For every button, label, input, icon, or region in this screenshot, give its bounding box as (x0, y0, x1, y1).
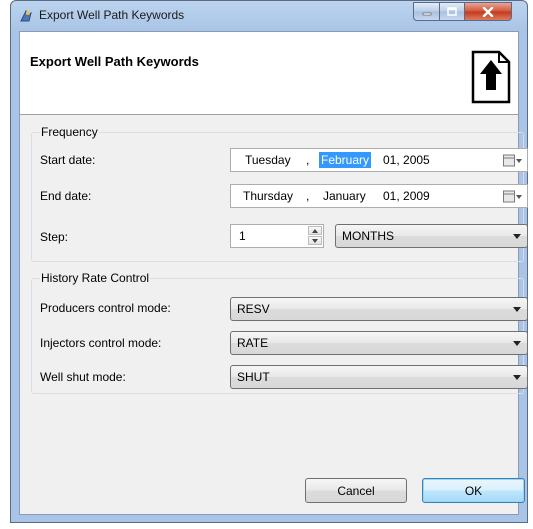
close-icon (482, 6, 494, 17)
frequency-group-title: Frequency (40, 125, 99, 139)
start-weekday[interactable]: Tuesday (245, 153, 291, 167)
injectors-label: Injectors control mode: (40, 336, 162, 350)
step-unit-select[interactable]: MONTHS (335, 224, 528, 248)
well-shut-select[interactable]: SHUT (230, 365, 528, 389)
injectors-control-select[interactable]: RATE (230, 331, 528, 355)
dialog-client: Export Well Path Keywords Frequency Star… (19, 31, 528, 515)
chevron-down-icon (312, 238, 318, 243)
step-down-button[interactable] (308, 236, 322, 245)
export-upload-icon (471, 50, 511, 104)
step-up-button[interactable] (308, 226, 322, 235)
chevron-down-icon (513, 307, 521, 312)
dialog-window: Export Well Path Keywords Export Well Pa… (10, 0, 528, 523)
step-unit-value: MONTHS (342, 229, 394, 243)
close-button[interactable] (464, 2, 512, 21)
chevron-down-icon (513, 234, 521, 239)
end-date-picker[interactable]: Thursday , January 01, 2009 (230, 184, 528, 208)
start-date-picker[interactable]: Tuesday , February 01, 2005 (230, 148, 528, 172)
injectors-value: RATE (237, 336, 269, 350)
title-bar[interactable]: Export Well Path Keywords (11, 1, 527, 31)
producers-control-select[interactable]: RESV (230, 297, 528, 321)
history-group-title: History Rate Control (40, 271, 151, 285)
producers-label: Producers control mode: (40, 301, 171, 315)
cancel-button[interactable]: Cancel (305, 478, 407, 503)
window-title: Export Well Path Keywords (39, 8, 185, 22)
end-month[interactable]: January (323, 189, 366, 203)
step-spin-buttons (308, 226, 322, 246)
app-icon (20, 9, 32, 22)
maximize-button[interactable] (439, 2, 465, 21)
end-date-label: End date: (40, 189, 92, 203)
ok-button[interactable]: OK (422, 478, 525, 503)
chevron-up-icon (312, 228, 318, 233)
producers-value: RESV (237, 302, 270, 316)
end-separator: , (306, 189, 310, 203)
well-shut-label: Well shut mode: (40, 370, 126, 384)
start-month[interactable]: February (319, 152, 372, 168)
end-day-year[interactable]: 01, 2009 (383, 189, 430, 203)
maximize-icon (447, 7, 457, 16)
chevron-down-icon (513, 341, 521, 346)
header-title: Export Well Path Keywords (30, 54, 199, 69)
start-date-label: Start date: (40, 153, 96, 167)
step-spinbox[interactable]: 1 (230, 224, 324, 248)
minimize-button[interactable] (413, 2, 440, 21)
start-separator: , (306, 153, 310, 167)
calendar-dropdown-icon[interactable] (503, 154, 523, 167)
chevron-down-icon (513, 375, 521, 380)
start-day-year[interactable]: 01, 2005 (383, 153, 430, 167)
minimize-icon (422, 12, 431, 15)
end-weekday[interactable]: Thursday (243, 189, 293, 203)
well-shut-value: SHUT (237, 370, 270, 384)
calendar-dropdown-icon[interactable] (503, 190, 523, 203)
step-label: Step: (40, 230, 69, 244)
step-value[interactable]: 1 (239, 229, 246, 243)
header-panel: Export Well Path Keywords (20, 32, 518, 115)
